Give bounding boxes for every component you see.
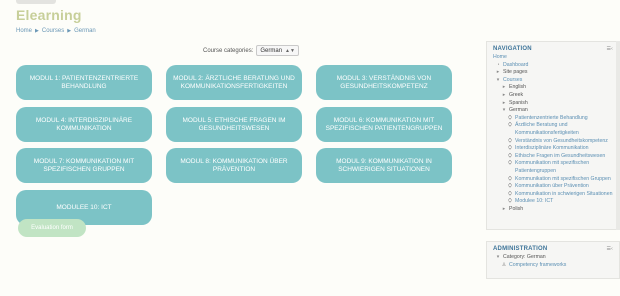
nav-item-english[interactable]: ▸ English — [493, 84, 615, 92]
nav-course-item[interactable]: ⛭ Modulee 10: ICT — [493, 198, 615, 206]
module-8-button[interactable]: Modul 8: Kommunikation über Prävention — [166, 148, 302, 183]
site-title[interactable]: Elearning — [16, 7, 82, 23]
admin-category-label: Category: German — [503, 254, 546, 260]
nav-course-label: Kommunikation über Prävention — [515, 183, 589, 190]
category-select-value: German — [260, 47, 283, 54]
administration-tree: ▾ Category: German ♙ Competency framewor… — [487, 254, 619, 269]
expand-arrow-icon: ▸ — [502, 205, 506, 212]
course-icon: ⛭ — [507, 175, 512, 182]
collapse-arrow-icon: ▾ — [496, 76, 500, 83]
block-controls-icon[interactable]: ☰‹ — [606, 246, 613, 252]
expand-arrow-icon: ▸ — [496, 69, 500, 76]
nav-item-spanish[interactable]: ▸ Spanish — [493, 100, 615, 108]
course-icon: ⛭ — [507, 122, 512, 129]
admin-item-category[interactable]: ▾ Category: German — [493, 254, 615, 262]
nav-german-label: German — [509, 107, 528, 114]
select-caret-icon: ▲▼ — [285, 47, 295, 54]
nav-home-label: Home — [493, 54, 507, 60]
navigation-block-header: NAVIGATION ☰‹ — [487, 42, 619, 54]
nav-item-polish[interactable]: ▸ Polish — [493, 206, 615, 214]
course-icon: ⛭ — [507, 152, 512, 159]
nav-course-item[interactable]: ⛭ Ärztliche Beratung und Kommunikationsf… — [493, 122, 615, 137]
nav-course-item[interactable]: ⛭ Ethische Fragen im Gesundheitswesen — [493, 153, 615, 161]
evaluation-form-button[interactable]: Evaluation form — [18, 219, 86, 237]
course-icon: ⛭ — [507, 198, 512, 205]
nav-course-item[interactable]: ⛭ Verständnis von Gesundheitskompetenz — [493, 138, 615, 146]
module-2-button[interactable]: Modul 2: Ärztliche Beratung und Kommunik… — [166, 65, 302, 100]
nav-course-label: Ethische Fragen im Gesundheitswesen — [515, 152, 606, 159]
nav-greek-label: Greek — [509, 91, 524, 98]
category-select[interactable]: German ▲▼ — [256, 45, 299, 56]
module-3-button[interactable]: Modul 3: Verständnis von Gesundheitskomp… — [316, 65, 452, 100]
course-icon: ⛭ — [507, 183, 512, 190]
nav-course-label: Ärztliche Beratung und Kommunikationsfer… — [515, 122, 579, 136]
nav-course-label: Interdisziplinäre Kommunikation — [515, 145, 589, 152]
administration-title: ADMINISTRATION — [493, 246, 548, 252]
nav-item-dashboard[interactable]: ◔ Dashboard — [493, 62, 615, 70]
breadcrumb-courses[interactable]: Courses — [42, 28, 64, 34]
nav-course-label: Modulee 10: ICT — [515, 198, 554, 205]
sidebar-scrollbar[interactable] — [616, 41, 620, 230]
collapse-arrow-icon: ▾ — [496, 254, 500, 260]
course-icon: ⛭ — [507, 160, 512, 167]
nav-polish-label: Polish — [509, 205, 524, 212]
block-controls-icon[interactable]: ☰‹ — [606, 46, 613, 52]
expand-arrow-icon: ▸ — [502, 84, 506, 91]
category-select-label: Course categories: — [203, 47, 254, 54]
nav-item-german[interactable]: ▾ German — [493, 107, 615, 115]
expand-arrow-icon: ▸ — [502, 99, 506, 106]
admin-item-competency[interactable]: ♙ Competency frameworks — [493, 262, 615, 270]
module-6-button[interactable]: Modul 6: Kommunikation mit spezifischen … — [316, 107, 452, 142]
nav-english-label: English — [509, 84, 527, 91]
course-icon: ⛭ — [507, 114, 512, 121]
breadcrumb: Home ▶ Courses ▶ German — [16, 28, 96, 34]
competency-icon: ♙ — [501, 261, 507, 268]
nav-course-item[interactable]: ⛭ Kommunikation mit spezifischen Patient… — [493, 160, 615, 175]
nav-course-label: Kommunikation in schwierigen Situationen — [515, 190, 613, 197]
module-9-button[interactable]: Modul 9: Kommunikation in schwierigen Si… — [316, 148, 452, 183]
nav-item-site-pages[interactable]: ▸ Site pages — [493, 69, 615, 77]
nav-course-item[interactable]: ⛭ Kommunikation in schwierigen Situation… — [493, 191, 615, 199]
nav-site-pages-label: Site pages — [503, 69, 528, 76]
navigation-block: NAVIGATION ☰‹ Home ◔ Dashboard ▸ Site pa… — [486, 41, 620, 230]
nav-courses-label: Courses — [503, 76, 523, 83]
module-7-button[interactable]: Modul 7: Kommunikation mit spezifischen … — [16, 148, 152, 183]
nav-course-label: Kommunikation mit spezifischen Patienten… — [515, 160, 590, 174]
nav-item-greek[interactable]: ▸ Greek — [493, 92, 615, 100]
nav-dashboard-label: Dashboard — [503, 61, 529, 68]
navigation-title: NAVIGATION — [493, 46, 532, 52]
expand-arrow-icon: ▸ — [502, 91, 506, 98]
course-icon: ⛭ — [507, 190, 512, 197]
top-tab-stub — [16, 0, 56, 4]
dashboard-icon: ◔ — [496, 61, 500, 68]
nav-item-home[interactable]: Home — [493, 54, 615, 62]
administration-block-header: ADMINISTRATION ☰‹ — [487, 242, 619, 254]
administration-block: ADMINISTRATION ☰‹ ▾ Category: German ♙ C… — [486, 241, 620, 279]
breadcrumb-german[interactable]: German — [74, 28, 96, 34]
breadcrumb-separator-icon: ▶ — [35, 28, 39, 34]
admin-competency-label: Competency frameworks — [509, 261, 567, 268]
module-1-button[interactable]: Modul 1: Patientenzentrierte Behandlung — [16, 65, 152, 100]
nav-item-courses[interactable]: ▾ Courses — [493, 77, 615, 85]
nav-spanish-label: Spanish — [509, 99, 528, 106]
nav-course-item[interactable]: ⛭ Kommunikation über Prävention — [493, 183, 615, 191]
nav-course-item[interactable]: ⛭ Interdisziplinäre Kommunikation — [493, 145, 615, 153]
collapse-arrow-icon: ▾ — [502, 107, 506, 114]
navigation-tree: Home ◔ Dashboard ▸ Site pages ▾ Courses … — [487, 54, 619, 213]
course-icon: ⛭ — [507, 145, 512, 152]
nav-course-item[interactable]: ⛭ Kommunikation mit spezifischen Gruppen — [493, 176, 615, 184]
nav-course-label: Verständnis von Gesundheitskompetenz — [515, 137, 608, 144]
module-5-button[interactable]: Modul 5: Ethische Fragen im Gesundheitsw… — [166, 107, 302, 142]
course-icon: ⛭ — [507, 137, 512, 144]
category-select-row: Course categories: German ▲▼ — [203, 45, 299, 56]
breadcrumb-separator-icon: ▶ — [67, 28, 72, 34]
module-4-button[interactable]: Modul 4: Interdisziplinäre Kommunikation — [16, 107, 152, 142]
breadcrumb-home[interactable]: Home — [16, 28, 32, 34]
nav-course-label: Kommunikation mit spezifischen Gruppen — [515, 175, 611, 182]
